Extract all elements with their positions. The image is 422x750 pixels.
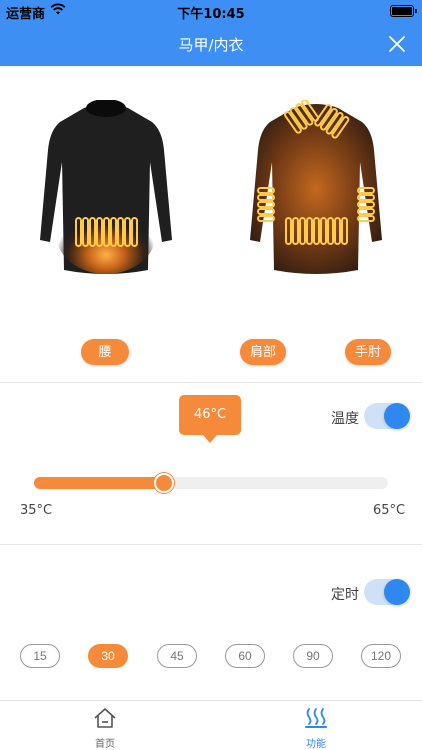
zone-elbow-button[interactable]: 手肘 <box>345 339 391 365</box>
garment-back-image <box>250 100 382 274</box>
clock: 下午10:45 <box>177 7 245 22</box>
divider <box>0 382 422 383</box>
status-bar: 运营商 下午10:45 <box>0 0 422 22</box>
page-title: 马甲/内衣 <box>178 36 244 54</box>
close-icon[interactable] <box>386 33 408 55</box>
tab-function-label: 功能 <box>306 739 326 750</box>
timer-toggle[interactable] <box>364 579 410 605</box>
timer-option-90[interactable]: 90 <box>293 644 333 668</box>
temperature-toggle[interactable] <box>364 403 410 429</box>
heat-icon <box>305 708 327 728</box>
tab-function[interactable]: 功能 <box>286 707 346 750</box>
temperature-max-label: 65°C <box>373 503 406 518</box>
toggle-knob <box>384 403 410 429</box>
temperature-slider-fill <box>34 477 164 489</box>
tab-home-label: 首页 <box>95 739 115 750</box>
garment-front-image <box>40 100 172 274</box>
zone-waist-button[interactable]: 腰+腹 <box>81 339 129 385</box>
divider <box>0 544 422 545</box>
timer-option-60[interactable]: 60 <box>225 644 265 668</box>
timer-label: 定时 <box>331 587 359 603</box>
battery-icon <box>390 5 417 17</box>
timer-option-120[interactable]: 120 <box>361 644 401 668</box>
timer-option-15[interactable]: 15 <box>20 644 60 668</box>
temperature-min-label: 35°C <box>20 503 53 518</box>
temperature-slider-track[interactable] <box>34 477 388 489</box>
temperature-label: 温度 <box>331 411 359 427</box>
temperature-value-tooltip: 46°C <box>179 395 241 443</box>
tab-home[interactable]: 首页 <box>75 707 135 750</box>
home-icon <box>94 708 116 728</box>
zone-shoulder-button[interactable]: 肩部 <box>240 339 286 365</box>
timer-option-45[interactable]: 45 <box>157 644 197 668</box>
timer-option-30[interactable]: 30 <box>88 644 128 668</box>
nav-bar: 马甲/内衣 <box>0 22 422 66</box>
tab-bar: 首页 功能 <box>0 700 422 750</box>
temperature-slider-thumb[interactable] <box>153 473 174 493</box>
toggle-knob <box>384 579 410 605</box>
